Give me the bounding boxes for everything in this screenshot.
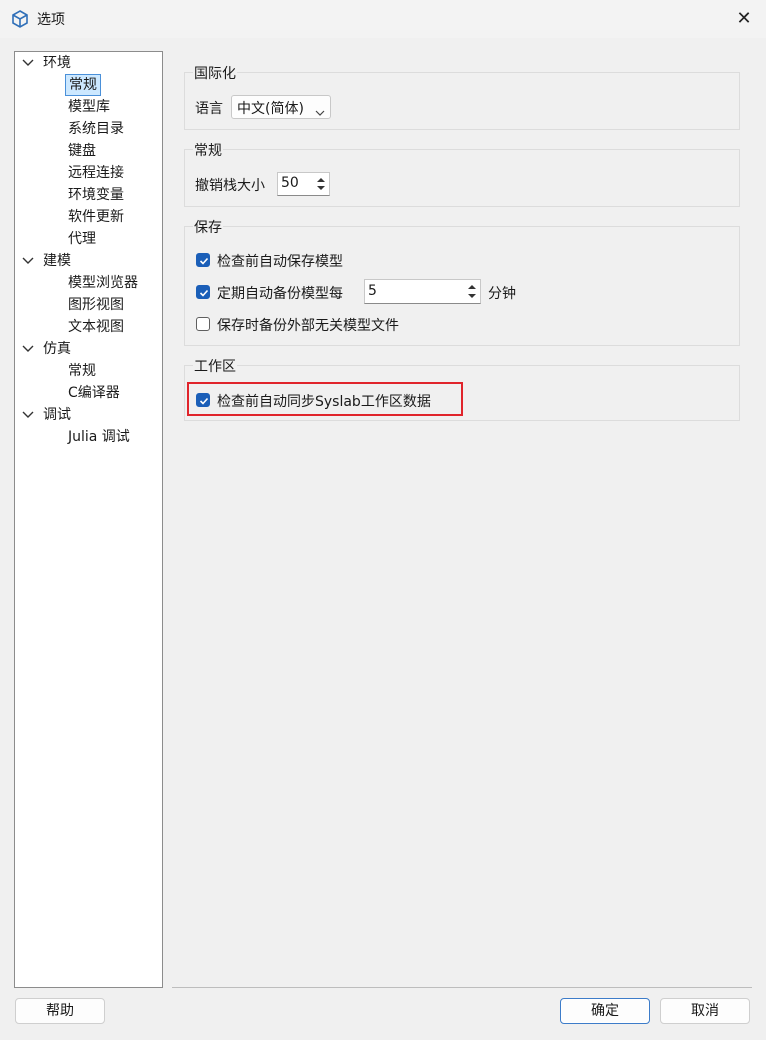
- language-label: 语言: [195, 101, 223, 117]
- cancel-button[interactable]: 取消: [660, 998, 750, 1024]
- workspace-group-title: 工作区: [193, 356, 237, 376]
- chevron-down-icon[interactable]: [21, 250, 35, 272]
- tree-node-remote-connection[interactable]: 远程连接: [68, 162, 124, 184]
- auto-save-label: 检查前自动保存模型: [217, 254, 343, 270]
- backup-unit-label: 分钟: [488, 286, 516, 302]
- language-select[interactable]: 中文(简体): [231, 95, 331, 119]
- tree-node-proxy[interactable]: 代理: [68, 228, 96, 250]
- backup-external-label: 保存时备份外部无关模型文件: [217, 318, 399, 334]
- window-title: 选项: [37, 12, 65, 28]
- spin-arrows-icon[interactable]: [314, 174, 328, 194]
- general-group: [184, 149, 740, 207]
- periodic-backup-checkbox[interactable]: [196, 285, 210, 299]
- tree-node-software-update[interactable]: 软件更新: [68, 206, 124, 228]
- backup-interval-value: 5: [368, 283, 377, 299]
- undo-stack-value: 50: [281, 175, 299, 191]
- chevron-down-icon: [315, 104, 325, 120]
- footer-separator: [172, 987, 752, 988]
- tree-node-text-view[interactable]: 文本视图: [68, 316, 124, 338]
- tree-node-keyboard[interactable]: 键盘: [68, 140, 96, 162]
- ok-button[interactable]: 确定: [560, 998, 650, 1024]
- backup-external-checkbox[interactable]: [196, 317, 210, 331]
- tree-node-debug[interactable]: 调试: [43, 404, 71, 426]
- save-group-title: 保存: [193, 217, 223, 237]
- language-select-value: 中文(简体): [237, 101, 304, 117]
- undo-stack-label: 撤销栈大小: [195, 178, 265, 194]
- tree-node-modeling[interactable]: 建模: [43, 250, 71, 272]
- general-group-title: 常规: [193, 140, 223, 160]
- tree-node-c-compiler[interactable]: C编译器: [68, 382, 120, 404]
- options-tree[interactable]: 环境 常规 模型库 系统目录 键盘 远程连接 环境变量 软件更新 代理 建模 模…: [14, 51, 163, 988]
- periodic-backup-label: 定期自动备份模型每: [217, 286, 343, 302]
- cube-icon: [10, 9, 30, 29]
- intl-group-title: 国际化: [193, 63, 237, 83]
- chevron-down-icon[interactable]: [21, 52, 35, 74]
- help-button[interactable]: 帮助: [15, 998, 105, 1024]
- close-icon[interactable]: ✕: [730, 6, 758, 32]
- tree-node-system-directory[interactable]: 系统目录: [68, 118, 124, 140]
- tree-node-env-variables[interactable]: 环境变量: [68, 184, 124, 206]
- chevron-down-icon[interactable]: [21, 338, 35, 360]
- sync-workspace-label: 检查前自动同步Syslab工作区数据: [217, 394, 431, 410]
- title-bar: 选项 ✕: [0, 0, 766, 38]
- sync-workspace-checkbox[interactable]: [196, 393, 210, 407]
- tree-node-sim-general[interactable]: 常规: [68, 360, 96, 382]
- auto-save-checkbox[interactable]: [196, 253, 210, 267]
- backup-interval-spinbox[interactable]: 5: [364, 279, 481, 304]
- spin-arrows-icon[interactable]: [465, 281, 479, 301]
- undo-stack-spinbox[interactable]: 50: [277, 172, 330, 196]
- tree-node-julia-debug[interactable]: Julia 调试: [68, 426, 130, 448]
- tree-node-model-library[interactable]: 模型库: [68, 96, 110, 118]
- tree-node-environment[interactable]: 环境: [43, 52, 71, 74]
- tree-node-model-browser[interactable]: 模型浏览器: [68, 272, 138, 294]
- tree-node-env-general[interactable]: 常规: [65, 74, 101, 96]
- chevron-down-icon[interactable]: [21, 404, 35, 426]
- tree-node-graphic-view[interactable]: 图形视图: [68, 294, 124, 316]
- tree-node-simulation[interactable]: 仿真: [43, 338, 71, 360]
